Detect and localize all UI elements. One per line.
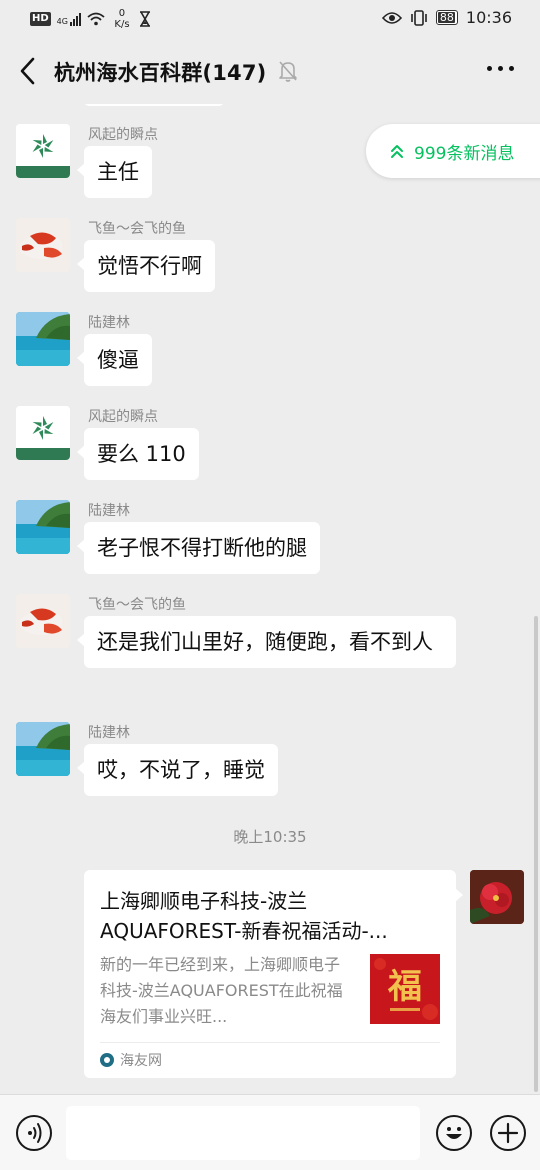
input-bar [0, 1094, 540, 1170]
dot-icon [509, 66, 514, 71]
message-item-self: 上海卿顺电子科技-波兰AQUAFOREST-新春祝福活动-... 新的一年已经到… [84, 870, 524, 1080]
more-options-button[interactable] [487, 66, 514, 71]
message-bubble[interactable]: 要么 110 [77, 428, 199, 480]
status-time: 10:36 [465, 8, 512, 27]
avatar[interactable] [16, 722, 70, 776]
message-input[interactable] [66, 1106, 420, 1160]
message-bubble[interactable]: 傻逼 [77, 334, 152, 386]
pinwheel-logo-icon [16, 124, 70, 178]
message-bubble[interactable]: 主任 [77, 146, 152, 198]
speed-value: 0 [118, 8, 126, 19]
link-card-divider [100, 1042, 440, 1043]
scrollbar[interactable] [534, 616, 538, 1092]
seascape-avatar-icon [16, 722, 70, 776]
sender-name: 陆建林 [88, 725, 130, 741]
message-list[interactable]: 风起的瞬点 主任 飞鱼～会飞的鱼 觉悟不行啊 陆建林 傻逼 风起的瞬点 要么 1… [0, 104, 540, 1094]
hd-badge: HD [30, 12, 51, 26]
voice-wave-icon [28, 1123, 42, 1143]
eye-icon [381, 11, 402, 24]
network-type: 4G [56, 17, 68, 26]
message-timestamp: 晚上10:35 [233, 828, 307, 846]
status-left: HD 4G 0 K/s [30, 8, 151, 30]
avatar[interactable] [16, 406, 70, 460]
avatar[interactable] [470, 870, 524, 924]
emoji-button[interactable] [436, 1115, 472, 1151]
link-card-source-name: 海友网 [120, 1053, 162, 1069]
dot-icon [487, 66, 492, 71]
avatar[interactable] [16, 124, 70, 178]
sender-name: 飞鱼～会飞的鱼 [88, 597, 186, 613]
pinwheel-logo-icon [16, 406, 70, 460]
voice-input-button[interactable] [16, 1115, 52, 1151]
message-item: 陆建林 老子恨不得打断他的腿 [16, 500, 496, 580]
message-bubble[interactable]: 哎，不说了，睡觉 [77, 744, 278, 796]
speed-unit: K/s [114, 19, 130, 30]
koi-fish-avatar-icon [16, 594, 70, 648]
message-bubble[interactable]: 老子恨不得打断他的腿 [77, 522, 320, 574]
link-card[interactable]: 上海卿顺电子科技-波兰AQUAFOREST-新春祝福活动-... 新的一年已经到… [84, 870, 463, 1078]
seascape-avatar-icon [16, 312, 70, 366]
new-messages-label: 999条新消息 [414, 143, 515, 164]
source-app-icon [100, 1053, 114, 1067]
vibrate-icon [411, 9, 427, 26]
message-item: 陆建林 傻逼 [16, 312, 496, 392]
message-bubble[interactable]: 觉悟不行啊 [77, 240, 215, 292]
double-chevron-up-icon [391, 145, 403, 158]
link-card-description: 新的一年已经到来，上海卿顺电子科技-波兰AQUAFOREST在此祝福海友们事业兴… [100, 955, 343, 1026]
new-messages-button[interactable]: 999条新消息 [366, 124, 540, 178]
red-flower-avatar-icon [470, 870, 524, 924]
sender-name: 飞鱼～会飞的鱼 [88, 221, 186, 237]
sender-name: 陆建林 [88, 503, 130, 519]
fu-character: 福 [387, 967, 422, 1007]
signal-icon: 4G [57, 12, 81, 26]
avatar[interactable] [16, 312, 70, 366]
dot-icon [498, 66, 503, 71]
hourglass-icon [139, 11, 150, 27]
message-bubble[interactable]: 还是我们山里好，随便跑，看不到人 [77, 616, 456, 668]
sender-name: 风起的瞬点 [88, 127, 158, 143]
avatar[interactable] [16, 500, 70, 554]
status-bar: HD 4G 0 K/s 88 10:36 [0, 0, 540, 38]
back-arrow-icon[interactable] [16, 56, 40, 86]
mute-bell-icon [279, 61, 297, 82]
chat-title: 杭州海水百科群(147) [54, 61, 267, 85]
seascape-avatar-icon [16, 500, 70, 554]
partial-message-bubble [84, 104, 224, 106]
message-item: 风起的瞬点 要么 110 [16, 406, 496, 486]
network-speed: 0 K/s [111, 8, 133, 30]
avatar[interactable] [16, 218, 70, 272]
message-item: 飞鱼～会飞的鱼 还是我们山里好，随便跑，看不到人 [16, 594, 496, 710]
link-card-thumbnail: 福 [370, 954, 440, 1024]
wifi-icon [87, 12, 105, 26]
battery-indicator: 88 [435, 10, 458, 25]
status-right: 88 10:36 [381, 8, 512, 27]
link-card-title: 上海卿顺电子科技-波兰AQUAFOREST-新春祝福活动-... [100, 889, 388, 943]
avatar[interactable] [16, 594, 70, 648]
plus-icon [497, 1122, 519, 1144]
chat-screen: HD 4G 0 K/s 88 10:36 杭州海水百科群(147) 风起的瞬点 … [0, 0, 540, 1170]
link-card-source[interactable]: 海友网 [100, 1050, 162, 1070]
message-item: 飞鱼～会飞的鱼 觉悟不行啊 [16, 218, 496, 298]
koi-fish-avatar-icon [16, 218, 70, 272]
sender-name: 陆建林 [88, 315, 130, 331]
fu-greeting-image-icon: 福 [370, 954, 440, 1024]
battery-level: 88 [439, 11, 454, 24]
chat-header: 杭州海水百科群(147) [0, 38, 540, 104]
sender-name: 风起的瞬点 [88, 409, 158, 425]
more-actions-button[interactable] [490, 1115, 526, 1151]
smiley-icon [446, 1127, 462, 1139]
message-item: 陆建林 哎，不说了，睡觉 [16, 722, 496, 802]
